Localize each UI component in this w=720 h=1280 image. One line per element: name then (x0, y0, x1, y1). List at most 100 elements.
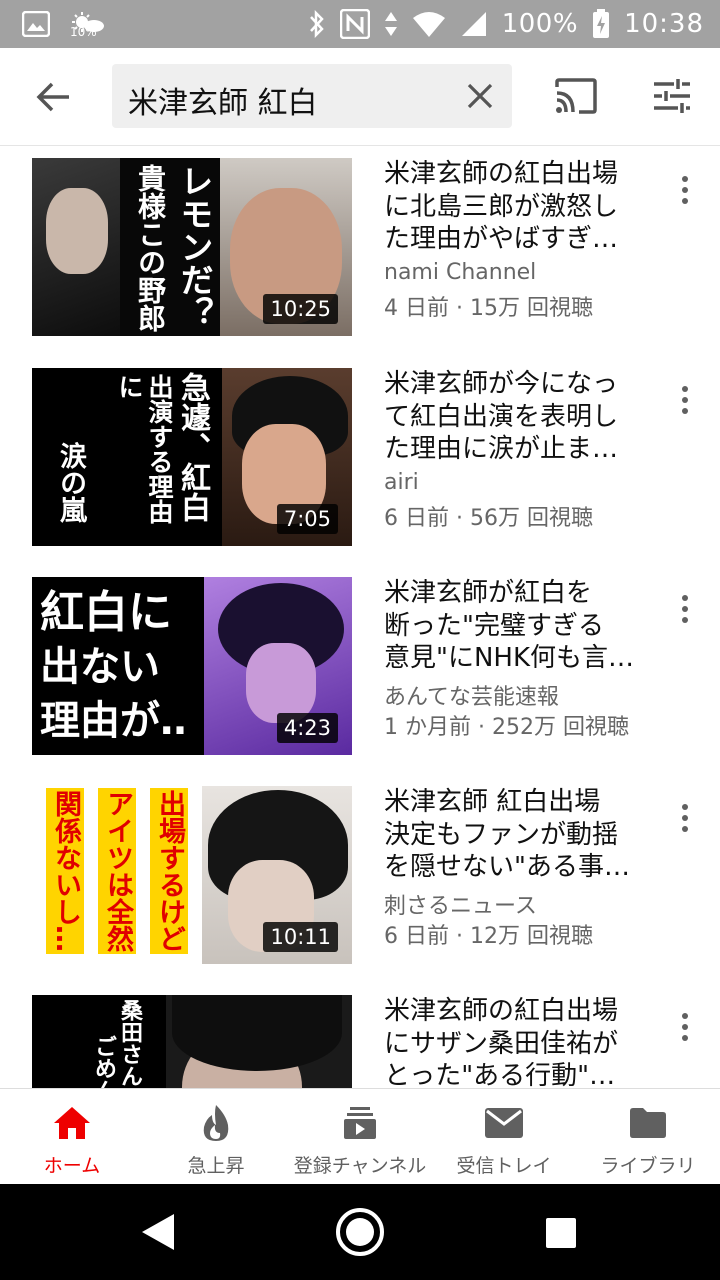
more-vert-icon (682, 386, 688, 392)
video-title-line: に北島三郎が激怒し (384, 191, 619, 222)
video-duration: 10:11 (263, 922, 338, 952)
arrow-back-icon (36, 82, 69, 112)
thumbnail-caption: レモンだ？ (175, 164, 214, 329)
channel-name: 刺さるニュース (384, 894, 537, 919)
battery-charging-icon (593, 9, 610, 38)
video-result[interactable]: 紅白に 出ない 理由が‥ 4:23 米津玄師が紅白を 断った"完璧すぎる 意見"… (0, 565, 720, 755)
home-icon (50, 1103, 94, 1143)
thumbnail-caption: ごめん (91, 1035, 117, 1088)
video-title-line: 決定もファンが動揺 (384, 819, 619, 850)
more-vert-icon (682, 187, 688, 193)
video-meta: 1 か月前 · 252万 回視聴 (384, 715, 629, 740)
data-transfer-icon (384, 12, 397, 36)
video-title-line: にサザン桑田佳祐が (384, 1028, 619, 1059)
video-duration: 7:05 (276, 504, 338, 534)
nav-label: ホーム (43, 1155, 101, 1177)
more-vert-icon (682, 198, 688, 204)
thumbnail-caption: 桑田さん (117, 999, 143, 1087)
video-title-line: 米津玄師が紅白を (384, 578, 593, 608)
more-options-button[interactable] (670, 168, 700, 212)
more-vert-icon (682, 1013, 688, 1019)
cast-button[interactable] (550, 72, 602, 120)
more-options-button[interactable] (670, 796, 700, 840)
system-recents-icon[interactable] (546, 1218, 576, 1248)
precipitation-label: 10% (70, 25, 97, 39)
close-icon (467, 83, 493, 109)
nav-home[interactable]: ホーム (0, 1089, 144, 1184)
video-thumbnail[interactable]: 桑田さん ごめん (32, 995, 352, 1088)
thumbnail-image (246, 643, 316, 723)
filter-button[interactable] (648, 72, 696, 120)
library-icon (626, 1103, 670, 1143)
video-title-line: 断った"完璧すぎる (384, 610, 604, 641)
status-right: 100% 10:38 (308, 6, 704, 42)
more-vert-icon (682, 408, 688, 414)
video-result[interactable]: 急遽、紅白 出演する理由に 涙の嵐 7:05 米津玄師が今になっ て紅白出演を表… (0, 356, 720, 546)
inbox-icon (482, 1103, 526, 1143)
video-meta: 6 日前 · 56万 回視聴 (384, 506, 593, 531)
video-thumbnail[interactable]: レモンだ？ 貴様この野郎 10:25 (32, 158, 352, 336)
more-vert-icon (682, 595, 688, 601)
nav-subscriptions[interactable]: 登録チャンネル (288, 1089, 432, 1184)
clock: 10:38 (624, 9, 704, 39)
video-title[interactable]: 米津玄師 紅白出場 決定もファンが動揺 を隠せない"ある事… (384, 786, 654, 884)
thumbnail-caption: アイツは全然 (98, 788, 136, 954)
cast-icon (555, 78, 597, 114)
clear-search-button[interactable] (462, 78, 498, 114)
thumbnail-image (172, 995, 342, 1071)
video-meta: 6 日前 · 12万 回視聴 (384, 924, 593, 949)
thumbnail-caption: 貴様この野郎 (134, 164, 167, 332)
system-back-icon[interactable] (140, 1212, 176, 1252)
system-home-icon[interactable] (336, 1208, 384, 1256)
back-button[interactable] (30, 74, 76, 120)
thumbnail-image (46, 188, 108, 274)
video-duration: 10:25 (263, 294, 338, 324)
nav-trending[interactable]: 急上昇 (144, 1089, 288, 1184)
thumbnail-caption: 紅白に (40, 587, 172, 638)
more-vert-icon (682, 804, 688, 810)
nav-inbox[interactable]: 受信トレイ (432, 1089, 576, 1184)
video-title[interactable]: 米津玄師の紅白出場 に北島三郎が激怒し た理由がやばすぎ… (384, 158, 654, 256)
video-thumbnail[interactable]: 急遽、紅白 出演する理由に 涙の嵐 7:05 (32, 368, 352, 546)
nav-label: ライブラリ (600, 1155, 696, 1177)
video-result[interactable]: 出場するけど アイツは全然 関係ないし… 10:11 米津玄師 紅白出場 決定も… (0, 774, 720, 964)
video-title-line: とった"ある行動"… (384, 1061, 616, 1088)
video-title[interactable]: 米津玄師の紅白出場 にサザン桑田佳祐が とった"ある行動"… (384, 995, 654, 1088)
search-query: 米津玄師 紅白 (128, 86, 318, 121)
channel-name: あんてな芸能速報 (384, 685, 559, 710)
nav-library[interactable]: ライブラリ (576, 1089, 720, 1184)
bluetooth-icon (309, 10, 324, 38)
video-title-line: を隠せない"ある事… (384, 852, 630, 882)
video-title-line: 米津玄師が今になっ (384, 369, 619, 399)
channel-name: airi (384, 470, 419, 495)
nfc-icon (339, 9, 370, 39)
video-title[interactable]: 米津玄師が紅白を 断った"完璧すぎる 意見"にNHK何も言… (384, 577, 654, 675)
video-result[interactable]: 桑田さん ごめん 米津玄師の紅白出場 にサザン桑田佳祐が とった"ある行動"… (0, 983, 720, 1088)
status-bar: 10% 100% 10:38 (0, 0, 720, 48)
thumbnail-caption: 出演する理由に (115, 374, 174, 524)
search-input[interactable]: 米津玄師 紅白 (112, 64, 512, 128)
more-options-button[interactable] (670, 587, 700, 631)
video-duration: 4:23 (276, 713, 338, 743)
thumbnail-caption: 出ない (40, 644, 160, 690)
more-options-button[interactable] (670, 1005, 700, 1049)
more-options-button[interactable] (670, 378, 700, 422)
wifi-icon (412, 12, 445, 37)
video-title[interactable]: 米津玄師が今になっ て紅白出演を表明し た理由に涙が止ま… (384, 368, 654, 466)
video-meta: 4 日前 · 15万 回視聴 (384, 296, 593, 321)
video-title-line: た理由がやばすぎ… (384, 224, 619, 254)
video-thumbnail[interactable]: 紅白に 出ない 理由が‥ 4:23 (32, 577, 352, 755)
video-title-line: 米津玄師 紅白出場 (384, 787, 601, 817)
more-vert-icon (682, 606, 688, 612)
more-vert-icon (682, 176, 688, 182)
image-notification-icon (22, 11, 50, 37)
more-vert-icon (682, 826, 688, 832)
nav-label: 登録チャンネル (293, 1155, 427, 1177)
thumbnail-caption: 出場するけど (150, 788, 188, 954)
battery-percent: 100% (501, 9, 579, 39)
video-result[interactable]: レモンだ？ 貴様この野郎 10:25 米津玄師の紅白出場 に北島三郎が激怒し た… (0, 146, 720, 336)
channel-name: nami Channel (384, 260, 537, 285)
trending-icon (194, 1103, 238, 1143)
video-thumbnail[interactable]: 出場するけど アイツは全然 関係ないし… 10:11 (32, 786, 352, 964)
more-vert-icon (682, 617, 688, 623)
